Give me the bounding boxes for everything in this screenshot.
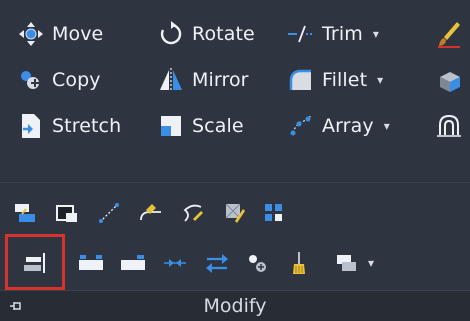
array-dropdown-icon[interactable]: ▾ [384, 119, 390, 133]
mirror-label: Mirror [192, 69, 249, 91]
array-edit-button[interactable] [258, 196, 292, 230]
solid-edit-icon [432, 63, 466, 97]
fillet-label: Fillet [322, 69, 368, 91]
offset-button[interactable] [432, 109, 466, 143]
rotate-label: Rotate [192, 23, 255, 45]
paintbrush-button[interactable] [432, 17, 466, 51]
rotate-icon [154, 17, 188, 51]
trim-label: Trim [322, 23, 363, 45]
align-left-icon [24, 253, 45, 273]
scale-icon [154, 109, 188, 143]
stretch-icon [14, 109, 48, 143]
reverse-icon [206, 254, 228, 273]
break-at-point-icon [121, 255, 145, 270]
scale-label: Scale [192, 115, 244, 137]
delete-duplicate-icon [293, 252, 305, 274]
copy-icon [14, 63, 48, 97]
array-edit-icon [265, 204, 282, 221]
align-left-button[interactable] [18, 246, 52, 280]
panel-footer[interactable]: Modify [0, 290, 470, 321]
trim-icon [284, 17, 318, 51]
explode-button[interactable] [8, 196, 42, 230]
match-properties-icon [225, 203, 245, 223]
fillet-dropdown-icon[interactable]: ▾ [377, 73, 383, 87]
copy-clip-button[interactable] [240, 246, 274, 280]
edit-block-icon [56, 205, 77, 222]
lengthen-icon [99, 203, 119, 223]
rotate-button[interactable]: Rotate [154, 17, 255, 51]
fillet-button[interactable]: Fillet ▾ [284, 63, 383, 97]
stretch-button[interactable]: Stretch [14, 109, 121, 143]
offset-icon [432, 109, 466, 143]
draw-order-icon [337, 255, 356, 271]
reverse-button[interactable] [200, 246, 234, 280]
copy-label: Copy [52, 69, 101, 91]
lengthen-button[interactable] [92, 196, 126, 230]
move-icon [14, 17, 48, 51]
move-label: Move [52, 23, 104, 45]
mirror-icon [154, 63, 188, 97]
panel-title: Modify [203, 295, 267, 317]
modify-panel: Move Rotate Trim ▾ Copy Mirror Fillet ▾ … [0, 0, 470, 321]
paintbrush-icon [432, 17, 466, 51]
array-icon [284, 109, 318, 143]
array-label: Array [322, 115, 374, 137]
join-icon [164, 259, 186, 267]
draw-order-button[interactable] [330, 246, 364, 280]
scale-button[interactable]: Scale [154, 109, 244, 143]
solid-edit-button[interactable] [432, 63, 466, 97]
fillet-icon [284, 63, 318, 97]
copy-button[interactable]: Copy [14, 63, 101, 97]
erase-icon [140, 204, 161, 221]
join-button[interactable] [158, 246, 192, 280]
stretch-label: Stretch [52, 115, 122, 137]
polyline-edit-button[interactable] [176, 196, 210, 230]
break-at-point-button[interactable] [116, 246, 150, 280]
draw-order-dropdown[interactable]: ▾ [364, 246, 378, 280]
erase-button[interactable] [134, 196, 168, 230]
break-icon [79, 255, 103, 270]
break-button[interactable] [74, 246, 108, 280]
trim-dropdown-icon[interactable]: ▾ [373, 27, 379, 41]
edit-block-button[interactable] [50, 196, 84, 230]
polyline-edit-icon [183, 204, 203, 222]
array-button[interactable]: Array ▾ [284, 109, 390, 143]
explode-icon [15, 204, 35, 222]
trim-button[interactable]: Trim ▾ [284, 17, 379, 51]
pin-icon[interactable] [8, 299, 24, 313]
delete-duplicate-button[interactable] [282, 246, 316, 280]
panel-separator [0, 182, 470, 183]
move-button[interactable]: Move [14, 17, 103, 51]
match-properties-button[interactable] [218, 196, 252, 230]
copy-clip-icon [249, 255, 266, 272]
mirror-button[interactable]: Mirror [154, 63, 249, 97]
dropdown-arrow-icon: ▾ [367, 256, 375, 270]
